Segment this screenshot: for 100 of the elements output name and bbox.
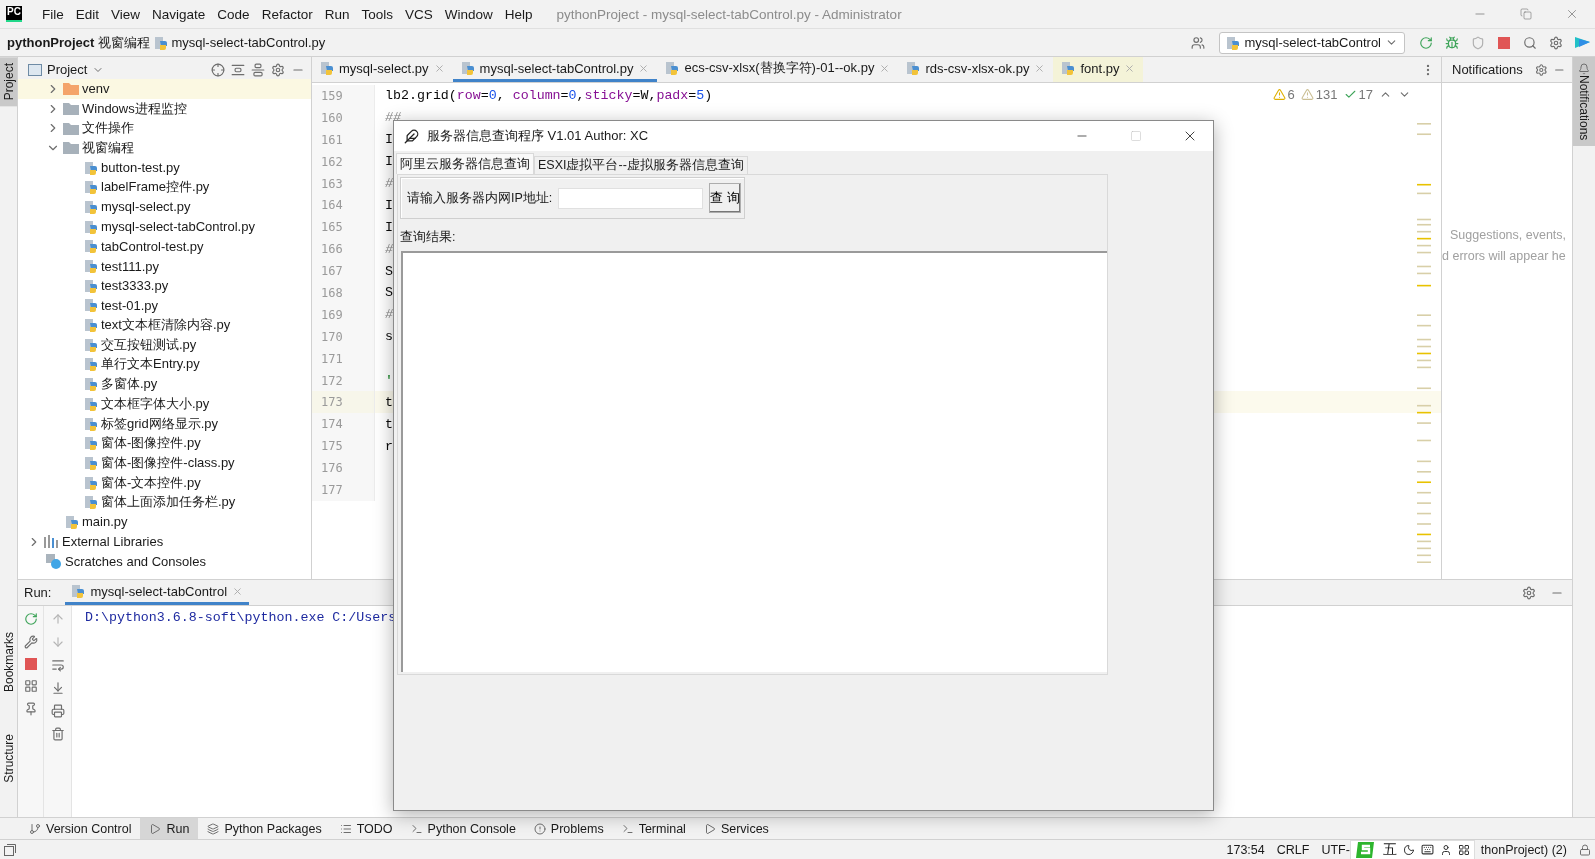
tree-item[interactable]: labelFrame控件.py — [18, 177, 311, 198]
tree-item[interactable]: mysql-select-tabControl.py — [18, 216, 311, 237]
arrow-up-icon[interactable] — [50, 612, 65, 626]
tree-item[interactable]: 窗体-图像控件.py — [18, 433, 311, 454]
typo-count[interactable]: 17 — [1343, 87, 1373, 102]
stop-icon[interactable] — [1498, 36, 1510, 49]
tree-item[interactable]: External Libraries — [18, 531, 311, 552]
tree-item[interactable]: button-test.py — [18, 157, 311, 178]
tool-window-tab[interactable]: Run — [140, 818, 199, 839]
layout-icon[interactable] — [23, 679, 38, 693]
tree-item[interactable]: venv — [18, 79, 311, 99]
stop-icon[interactable] — [24, 658, 37, 670]
menu-item[interactable]: Run — [318, 6, 356, 22]
tool-window-tab[interactable]: Problems — [524, 818, 613, 839]
logo-icon[interactable] — [1574, 35, 1590, 50]
project-view-dropdown[interactable]: Project — [28, 62, 105, 77]
weak-warning-count[interactable]: 131 — [1300, 87, 1338, 102]
tree-item[interactable]: main.py — [18, 512, 311, 532]
breadcrumb-item[interactable]: 视窗编程 — [98, 33, 151, 52]
tool-window-tab[interactable]: TODO — [330, 818, 402, 839]
keyboard-icon[interactable] — [1420, 843, 1434, 856]
editor-tab[interactable]: font.py — [1053, 57, 1144, 82]
collapse-all-icon[interactable] — [251, 62, 265, 77]
breadcrumb-item[interactable]: mysql-select-tabControl.py — [154, 35, 326, 50]
editor-tab[interactable]: mysql-select-tabControl.py — [452, 57, 658, 82]
tool-window-button[interactable]: Bookmarks — [0, 626, 17, 699]
tree-item[interactable]: test111.py — [18, 256, 311, 276]
editor-tab[interactable]: rds-csv-xlsx-ok.py — [898, 57, 1054, 82]
arrow-down-icon[interactable] — [50, 635, 65, 649]
expand-all-icon[interactable] — [231, 62, 245, 77]
tree-item[interactable]: 文本框字体大小.py — [18, 394, 311, 414]
tool-window-button[interactable]: Project — [0, 57, 17, 107]
dialog-tab[interactable]: 阿里云服务器信息查询 — [396, 153, 534, 174]
print-icon[interactable] — [50, 704, 65, 718]
ime-toolbar[interactable]: 五 — [1349, 839, 1475, 859]
menu-item[interactable]: VCS — [398, 6, 439, 22]
tool-window-tab[interactable]: Services — [694, 818, 778, 839]
locate-icon[interactable] — [211, 62, 225, 77]
menu-item[interactable]: Tools — [355, 6, 399, 22]
tree-item[interactable]: 窗体上面添加任务栏.py — [18, 492, 311, 513]
menu-item[interactable]: Help — [498, 6, 539, 22]
tree-item[interactable]: 文件操作 — [18, 118, 311, 139]
tree-item[interactable]: 单行文本Entry.py — [18, 354, 311, 375]
tool-window-tab[interactable]: Python Console — [401, 818, 525, 839]
tree-item[interactable]: test-01.py — [18, 295, 311, 316]
menu-item[interactable]: Navigate — [146, 6, 212, 22]
soft-wrap-icon[interactable] — [50, 658, 65, 672]
tool-window-tab[interactable]: Terminal — [612, 818, 695, 839]
moon-icon[interactable] — [1402, 843, 1415, 856]
tree-item[interactable]: tabControl-test.py — [18, 236, 311, 257]
menu-item[interactable]: Refactor — [255, 6, 319, 22]
editor-tab[interactable]: mysql-select.py — [312, 57, 453, 82]
caret-position[interactable]: 173:54 — [1226, 842, 1265, 857]
line-separator[interactable]: CRLF — [1276, 842, 1310, 857]
run-config-dropdown[interactable]: mysql-select-tabControl — [1219, 31, 1405, 54]
trash-icon[interactable] — [50, 727, 65, 741]
tree-item[interactable]: Windows进程监控 — [18, 98, 311, 119]
wrench-icon[interactable] — [23, 635, 38, 649]
tree-item[interactable]: text文本框清除内容.py — [18, 315, 311, 335]
restore-icon[interactable] — [1520, 8, 1532, 20]
ip-input-field[interactable] — [558, 187, 704, 209]
user-icon[interactable] — [1439, 843, 1452, 856]
tool-window-button[interactable]: Structure — [0, 728, 17, 790]
tree-item[interactable]: 窗体-文本控件.py — [18, 472, 311, 493]
menu-item[interactable]: Code — [211, 6, 256, 22]
breadcrumb-item[interactable]: pythonProject — [7, 35, 95, 50]
tree-item[interactable]: test3333.py — [18, 275, 311, 296]
settings-icon[interactable] — [1534, 62, 1548, 77]
grid-icon[interactable] — [1457, 843, 1470, 856]
tree-item[interactable]: mysql-select.py — [18, 197, 311, 217]
tool-window-button[interactable]: Notifications — [1573, 57, 1595, 147]
menu-item[interactable]: File — [36, 6, 70, 22]
menu-item[interactable]: View — [105, 6, 147, 22]
tree-item[interactable]: 多窗体.py — [18, 374, 311, 394]
scroll-to-end-icon[interactable] — [50, 681, 65, 695]
menu-item[interactable]: Window — [438, 6, 499, 22]
tree-item[interactable]: 视窗编程 — [18, 138, 311, 158]
query-button[interactable]: 查 询 — [709, 183, 741, 213]
settings-icon[interactable] — [271, 62, 285, 77]
tool-window-tab[interactable]: Python Packages — [198, 818, 331, 839]
ime-logo-icon[interactable] — [1354, 839, 1377, 859]
settings-icon[interactable] — [1522, 585, 1536, 600]
rerun-icon[interactable] — [1419, 35, 1433, 50]
ime-mode[interactable]: 五 — [1382, 840, 1397, 859]
lock-icon[interactable] — [1579, 843, 1591, 856]
tree-item[interactable]: 标签grid网络显示.py — [18, 413, 311, 434]
user-icon[interactable] — [1191, 35, 1206, 50]
interpreter-status[interactable]: thonProject) (2) — [1480, 842, 1567, 857]
tool-window-tab[interactable]: Version Control — [20, 818, 141, 839]
editor-tab[interactable]: ecs-csv-xlsx(替换字符)-01--ok.py — [657, 57, 899, 82]
shield-icon[interactable] — [1471, 35, 1485, 50]
dialog-tab[interactable]: ESXI虚拟平台--虚拟服务器信息查询 — [534, 156, 748, 174]
tree-item[interactable]: 交互按钮测试.py — [18, 334, 311, 355]
search-icon[interactable] — [1523, 35, 1537, 50]
settings-icon[interactable] — [1549, 35, 1563, 50]
panel-toggle-icon[interactable] — [4, 843, 16, 856]
file-encoding[interactable]: UTF- — [1321, 842, 1350, 857]
rerun-icon[interactable] — [23, 612, 38, 626]
bug-icon[interactable] — [1445, 35, 1459, 50]
menu-item[interactable]: Edit — [69, 6, 106, 22]
